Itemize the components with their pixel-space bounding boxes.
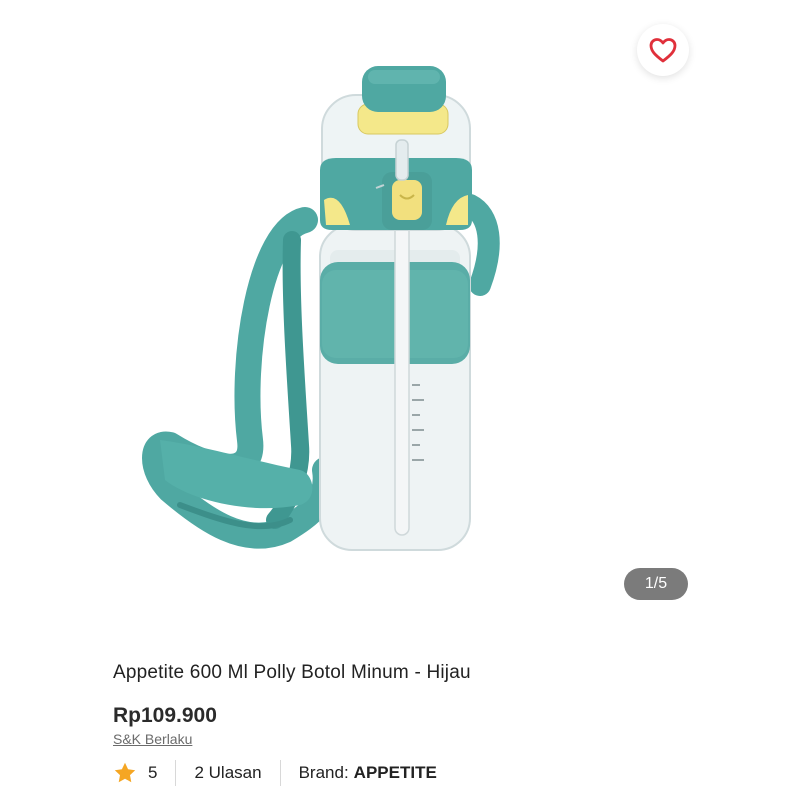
product-detail-page: 1/5 Appetite 600 Ml Polly Botol Minum - … (0, 0, 800, 800)
product-meta-row: 5 2 Ulasan Brand: APPETITE (113, 758, 437, 788)
product-price: Rp109.900 (113, 704, 217, 727)
rating-value: 5 (148, 763, 158, 782)
brand-name-link[interactable]: APPETITE (354, 763, 437, 783)
star-icon (114, 762, 136, 783)
wishlist-button[interactable] (637, 24, 689, 76)
product-image-gallery[interactable]: 1/5 (0, 0, 800, 640)
divider (175, 760, 177, 786)
reviews-link[interactable]: 2 Ulasan (194, 763, 261, 783)
product-title: Appetite 600 Ml Polly Botol Minum - Hija… (113, 662, 471, 683)
divider (279, 760, 281, 786)
image-pager-indicator: 1/5 (624, 568, 688, 600)
terms-conditions-link[interactable]: S&K Berlaku (113, 731, 192, 747)
product-image[interactable] (130, 55, 510, 575)
heart-outline-icon (649, 38, 677, 63)
brand-label: Brand: (298, 763, 349, 782)
